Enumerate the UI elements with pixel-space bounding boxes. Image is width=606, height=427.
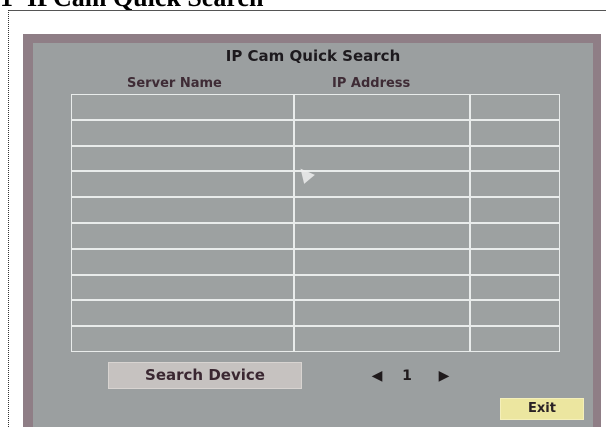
- table-row[interactable]: [71, 223, 560, 249]
- table-row[interactable]: [71, 275, 560, 301]
- table-row[interactable]: [71, 94, 560, 120]
- exit-button[interactable]: Exit: [500, 398, 584, 420]
- page-number: 1: [402, 368, 412, 384]
- table-row[interactable]: [71, 249, 560, 275]
- table-row[interactable]: [71, 326, 560, 352]
- table-row[interactable]: [71, 120, 560, 146]
- previous-page-icon[interactable]: ◀: [367, 364, 387, 388]
- next-page-icon[interactable]: ▶: [434, 364, 454, 388]
- table-row[interactable]: [71, 300, 560, 326]
- column-header-ip-address: IP Address: [332, 76, 411, 91]
- page: 1IPCam Quick Search IP Cam Quick Search …: [0, 0, 606, 427]
- search-device-button[interactable]: Search Device: [108, 362, 302, 389]
- column-header-server-name: Server Name: [127, 76, 222, 91]
- table-row[interactable]: [71, 197, 560, 223]
- dialog-title: IP Cam Quick Search: [225, 47, 401, 65]
- table-row[interactable]: [71, 146, 560, 172]
- frame-top-border: [8, 10, 606, 11]
- frame-left-border: [8, 10, 9, 427]
- document-heading: 1IPCam Quick Search: [0, 0, 263, 13]
- table-row[interactable]: [71, 171, 560, 197]
